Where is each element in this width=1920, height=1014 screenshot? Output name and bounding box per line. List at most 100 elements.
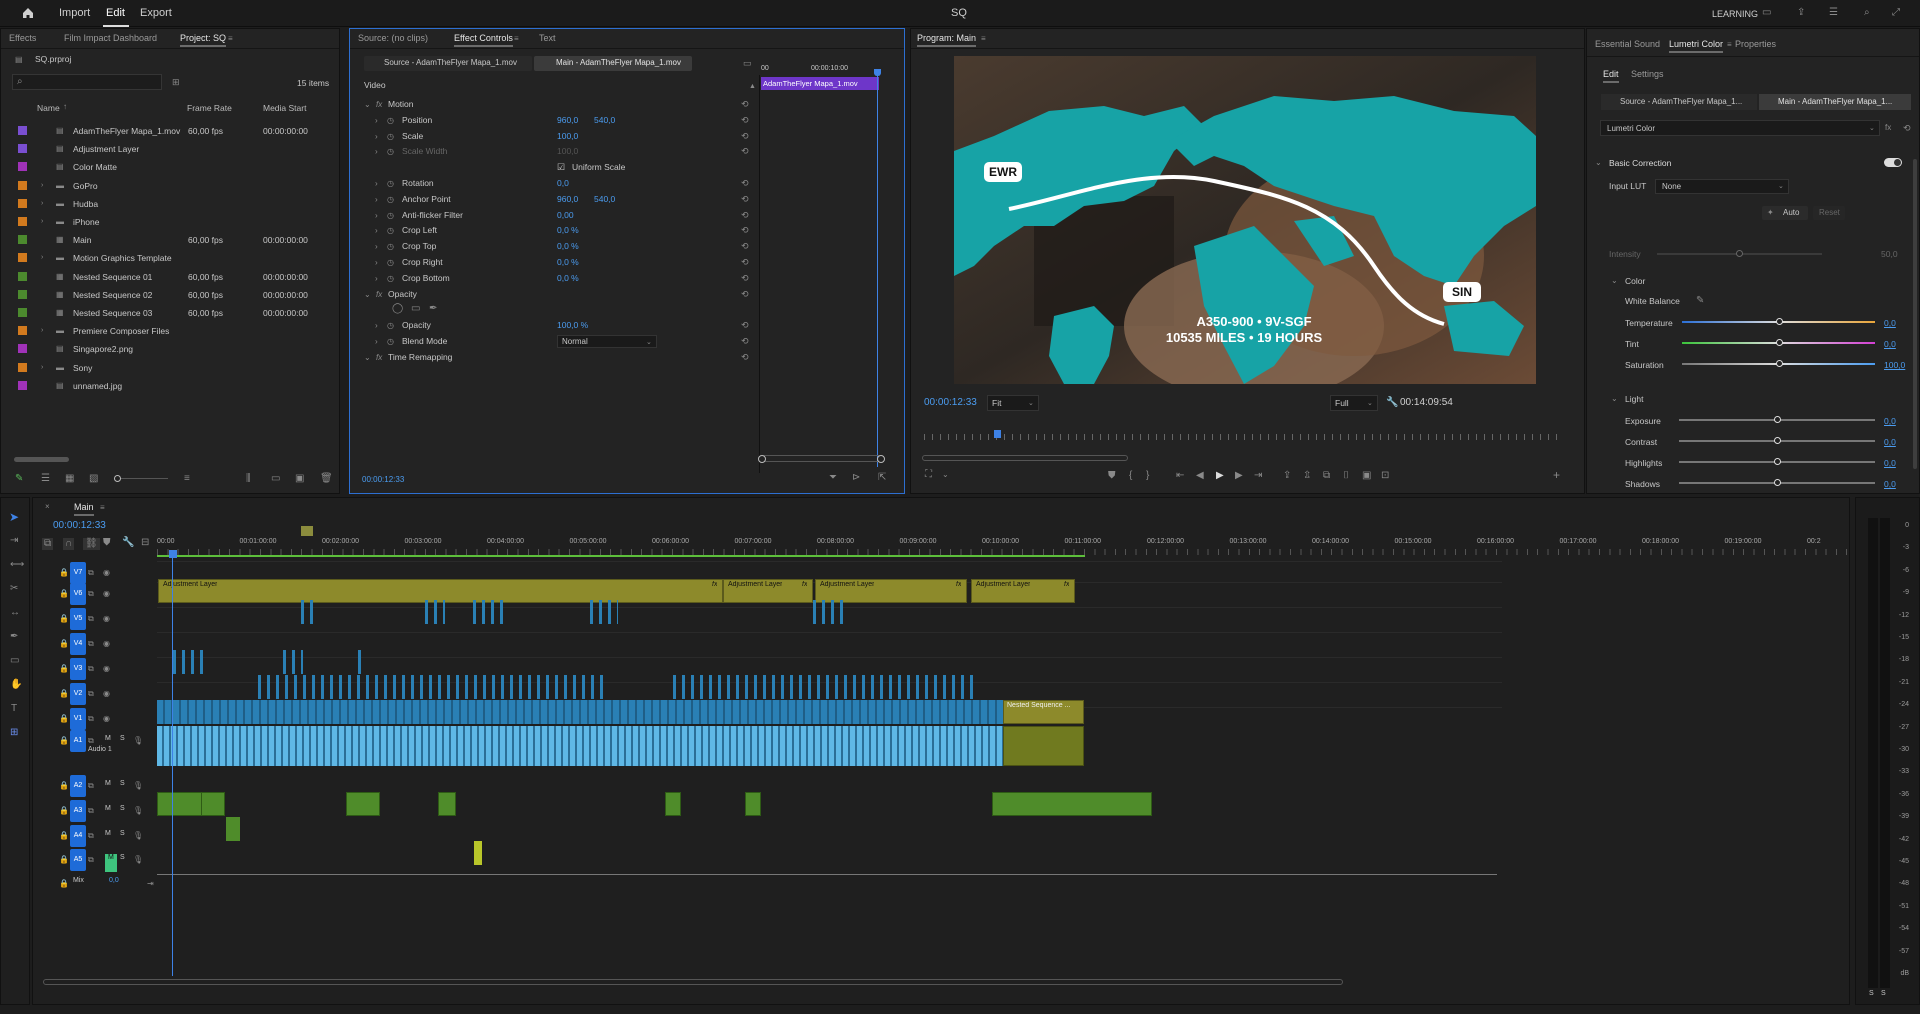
mark-out-icon[interactable]: } — [1146, 471, 1149, 481]
lock-icon[interactable]: 🔒 — [59, 714, 69, 724]
stopwatch-icon[interactable]: ◷ — [387, 179, 394, 189]
track-target-v2[interactable]: V2 — [70, 683, 86, 705]
reset-icon[interactable]: ⟲ — [741, 336, 749, 346]
track-target-v7[interactable]: V7 — [70, 562, 86, 584]
item-color-label[interactable] — [18, 235, 27, 245]
lock-icon[interactable]: 🔒 — [59, 689, 69, 699]
checkbox-icon[interactable]: ☑ — [557, 162, 565, 172]
video-clip[interactable] — [673, 675, 973, 699]
intensity-knob[interactable] — [1736, 250, 1743, 257]
music-clip[interactable] — [992, 792, 1152, 816]
project-item-name[interactable]: Nested Sequence 01 — [73, 272, 152, 290]
main-clip-button[interactable]: Main - AdamTheFlyer Mapa_1.mov — [534, 56, 692, 71]
reset-icon[interactable]: ⟲ — [741, 210, 749, 220]
track-target-v6[interactable]: V6 — [70, 583, 86, 605]
item-color-label[interactable] — [18, 362, 27, 372]
snap-icon[interactable]: ∩ — [63, 538, 75, 550]
sync-lock-icon[interactable]: ⧉ — [88, 614, 94, 624]
expand-icon[interactable]: › — [41, 181, 43, 191]
trash-icon[interactable]: 🗑 — [320, 474, 333, 484]
lift-icon[interactable]: ⇪ — [1283, 471, 1291, 481]
auto-button[interactable]: ✦ Auto — [1762, 206, 1808, 220]
share-icon[interactable]: ⇪ — [1797, 8, 1805, 18]
reset-icon[interactable]: ⟲ — [741, 131, 749, 141]
sync-lock-icon[interactable]: ⧉ — [88, 831, 94, 841]
panel-menu-icon[interactable]: ≡ — [100, 503, 105, 513]
project-item-name[interactable]: Premiere Composer Files — [73, 326, 169, 344]
mute-button[interactable]: M — [105, 854, 117, 872]
stopwatch-icon[interactable]: ◷ — [387, 258, 394, 268]
solo-button[interactable]: S — [120, 735, 125, 753]
stopwatch-icon[interactable]: ◷ — [387, 211, 394, 221]
slip-tool-icon[interactable]: ↔ — [10, 608, 20, 618]
timeline-ruler[interactable]: 00:00 00:01:00:00 00:02:00:00 00:03:00:00 00… — [157, 538, 1847, 556]
slider-value[interactable]: 0,0 — [1884, 416, 1896, 434]
step-back-icon[interactable]: ◀ — [1196, 471, 1204, 481]
pen-tool-icon[interactable]: ✒ — [10, 632, 18, 642]
chevron-down-icon[interactable]: ⌄ — [942, 470, 949, 480]
item-color-label[interactable] — [18, 198, 27, 208]
sfx-clip[interactable] — [474, 841, 482, 865]
project-item-name[interactable]: Color Matte — [73, 162, 117, 180]
camera-icon[interactable]: ⌷ — [1343, 471, 1349, 481]
track-target-a1[interactable]: A1 — [70, 730, 86, 752]
reset-icon[interactable]: ⟲ — [741, 99, 749, 109]
expand-icon[interactable]: › — [375, 321, 378, 331]
slider-value[interactable]: 0,0 — [1884, 479, 1896, 497]
item-color-label[interactable] — [18, 162, 27, 172]
lock-icon[interactable]: 🔒 — [59, 831, 69, 841]
lumetri-source-button[interactable]: Source - AdamTheFlyer Mapa_1... — [1601, 94, 1757, 110]
menu-export[interactable]: Export — [140, 7, 172, 19]
ec-timecode[interactable]: 00:00:12:33 — [362, 475, 404, 493]
vr-icon[interactable]: ⊡ — [1381, 471, 1389, 481]
col-name[interactable]: Name — [37, 103, 60, 121]
light-section-title[interactable]: Light — [1625, 394, 1643, 412]
expand-icon[interactable]: › — [375, 337, 378, 347]
eye-icon[interactable]: ◉ — [103, 664, 110, 674]
effect-value-1[interactable]: 0,0 % — [557, 273, 579, 291]
project-item-name[interactable]: Sony — [73, 363, 92, 381]
menu-icon[interactable]: ☰ — [1829, 8, 1838, 18]
lock-icon[interactable]: 🔒 — [59, 736, 69, 746]
project-item-name[interactable]: Adjustment Layer — [73, 144, 139, 162]
fx-badge-icon[interactable]: fx — [376, 353, 382, 363]
col-frame-rate[interactable]: Frame Rate — [187, 103, 232, 121]
stopwatch-icon[interactable]: ◷ — [387, 147, 394, 157]
caption-tool-icon[interactable]: ⊞ — [10, 728, 18, 738]
stopwatch-icon[interactable]: ◷ — [387, 321, 394, 331]
program-mini-ruler[interactable] — [924, 434, 1564, 440]
expand-icon[interactable]: › — [375, 116, 378, 126]
reset-icon[interactable]: ⟲ — [741, 146, 749, 156]
sync-lock-icon[interactable]: ⧉ — [88, 806, 94, 816]
program-timecode[interactable]: 00:00:12:33 — [924, 397, 977, 415]
reset-icon[interactable]: ⟲ — [741, 289, 749, 299]
wrench-icon[interactable]: 🔧 — [1386, 398, 1398, 408]
workspaces-icon[interactable]: ▭ — [1762, 8, 1771, 18]
icon-view-icon[interactable]: ▦ — [65, 474, 74, 484]
eye-icon[interactable]: ◉ — [103, 589, 110, 599]
quality-select[interactable]: Full ⌄ — [1330, 395, 1378, 411]
settings-grid-icon[interactable]: ⛶ — [925, 470, 932, 480]
reset-icon[interactable]: ⟲ — [741, 194, 749, 204]
fx-badge-icon[interactable]: fx — [376, 290, 382, 300]
solo-left[interactable]: S — [1869, 990, 1874, 1008]
project-item-name[interactable]: Nested Sequence 03 — [73, 308, 152, 326]
music-clip[interactable] — [438, 792, 456, 816]
find-icon[interactable]: ▭ — [271, 474, 280, 484]
stopwatch-icon[interactable]: ◷ — [387, 195, 394, 205]
track-target-v3[interactable]: V3 — [70, 658, 86, 680]
input-lut-select[interactable]: None ⌄ — [1655, 179, 1789, 194]
track-target-a2[interactable]: A2 — [70, 775, 86, 797]
lock-icon[interactable]: 🔒 — [59, 589, 69, 599]
project-item-name[interactable]: unnamed.jpg — [73, 381, 122, 399]
video-clip[interactable] — [301, 600, 317, 624]
lumetri-effect-select[interactable]: Lumetri Color ⌄ — [1600, 120, 1880, 136]
scroll-up-icon[interactable]: ▲ — [749, 82, 756, 92]
sync-lock-icon[interactable]: ⧉ — [88, 568, 94, 578]
expand-icon[interactable]: › — [41, 217, 43, 227]
ec-zoom-scrollbar[interactable] — [758, 455, 885, 463]
light-slider-knob[interactable] — [1774, 416, 1781, 423]
fit-select[interactable]: Fit ⌄ — [987, 395, 1039, 411]
color-section-title[interactable]: Color — [1625, 276, 1645, 294]
mix-value[interactable]: 0,0 — [109, 877, 119, 895]
